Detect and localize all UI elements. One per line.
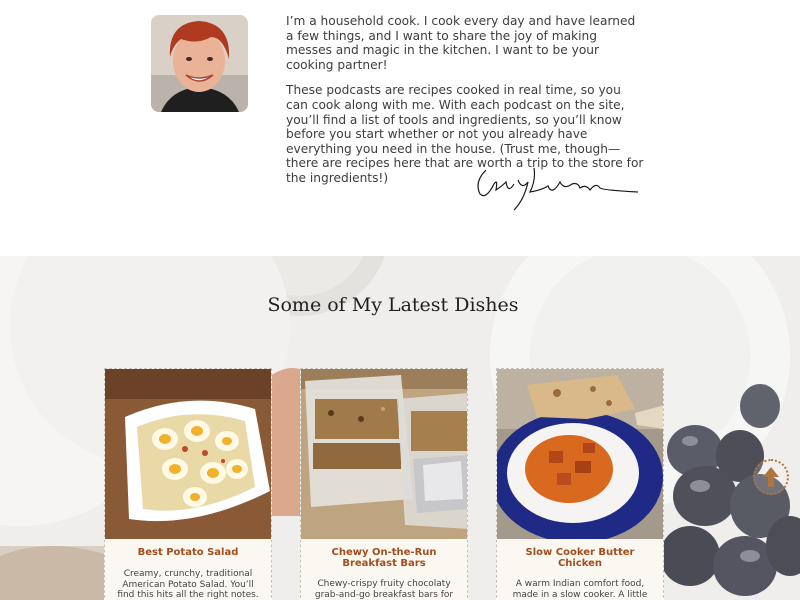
section-title: Some of My Latest Dishes (267, 294, 519, 316)
dish-description: Creamy, crunchy, traditional American Po… (117, 569, 259, 600)
about-section: I’m a household cook. I cook every day a… (0, 0, 800, 256)
dish-card-breakfast-bars[interactable]: Chewy On-the-Run Breakfast Bars Chewy-cr… (300, 368, 468, 600)
scroll-to-top-button[interactable] (753, 459, 789, 495)
dish-photo[interactable] (301, 369, 467, 539)
author-signature (472, 160, 642, 216)
arrow-up-icon (763, 467, 779, 487)
dish-description: A warm Indian comfort food, made in a sl… (512, 579, 648, 600)
dish-card-body: Best Potato Salad Creamy, crunchy, tradi… (105, 539, 271, 600)
dish-title[interactable]: Chewy On-the-Run Breakfast Bars (309, 547, 459, 569)
dish-card-body: Chewy On-the-Run Breakfast Bars Chewy-cr… (301, 539, 467, 600)
dish-photo[interactable] (105, 369, 271, 539)
latest-dishes-section: Some of My Latest Dishes Best Potato Sal… (0, 256, 800, 600)
dish-description: Chewy-crispy fruity chocolaty grab-and-g… (314, 579, 454, 600)
dish-title[interactable]: Slow Cooker Butter Chicken (505, 547, 655, 569)
about-paragraph-1: I’m a household cook. I cook every day a… (286, 14, 636, 72)
dish-photo[interactable] (497, 369, 663, 539)
dish-card-body: Slow Cooker Butter Chicken A warm Indian… (497, 539, 663, 600)
dish-title[interactable]: Best Potato Salad (113, 547, 263, 558)
dish-card-butter-chicken[interactable]: Slow Cooker Butter Chicken A warm Indian… (496, 368, 664, 600)
author-avatar (151, 15, 248, 112)
dish-card-potato-salad[interactable]: Best Potato Salad Creamy, crunchy, tradi… (104, 368, 272, 600)
